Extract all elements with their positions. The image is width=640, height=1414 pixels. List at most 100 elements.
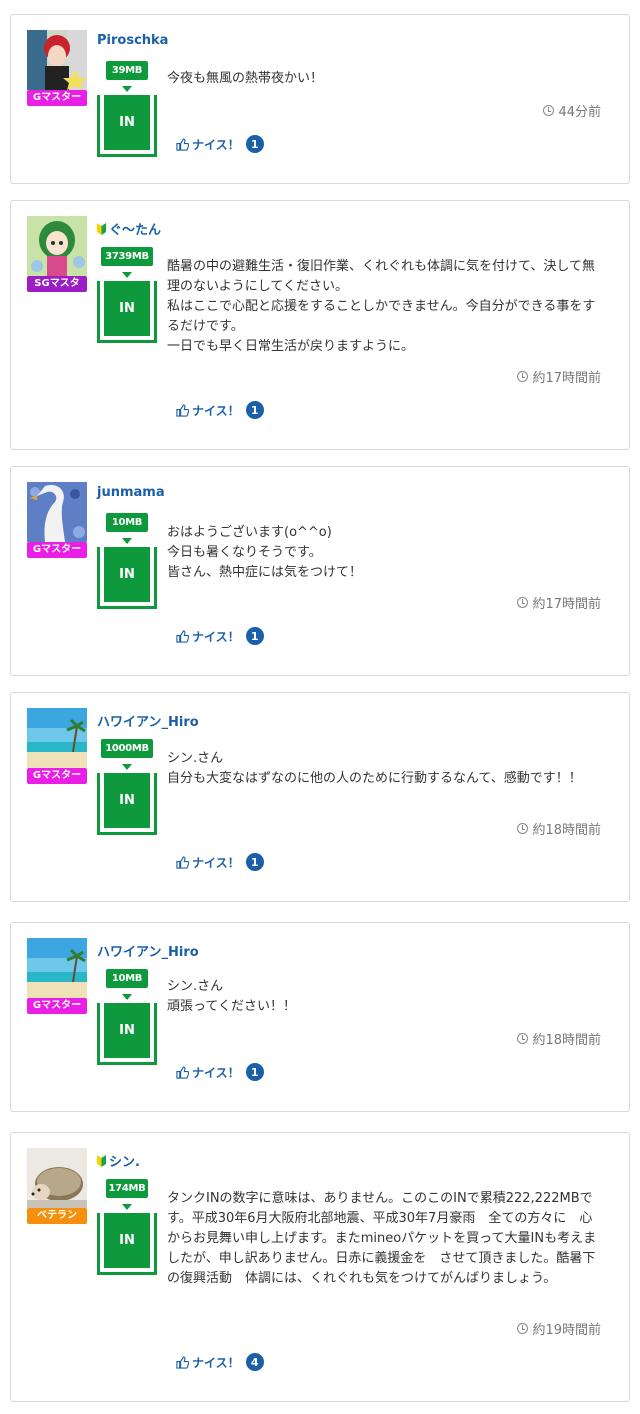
username-link[interactable]: ハワイアン_Hiro (97, 711, 199, 730)
tank-arrow-icon (122, 86, 132, 92)
tank-label: IN (104, 281, 150, 336)
thumbs-up-icon (176, 1065, 189, 1079)
comment-feed: Gマスター Piroschka 39MB IN 今夜も無風の熱帯夜かい！ 44分… (0, 0, 640, 1414)
tank-widget: 39MB IN (97, 61, 157, 157)
tank-amount-badge: 174MB (106, 1179, 148, 1198)
username-text[interactable]: シン. (109, 1151, 140, 1170)
clock-icon (543, 105, 555, 116)
username-link[interactable]: ぐ〜たん (97, 219, 161, 238)
tank-widget: 1000MB IN (97, 739, 157, 835)
clock-icon (517, 823, 529, 834)
clock-icon (517, 371, 529, 382)
nice-count-badge: 1 (245, 1063, 264, 1081)
username-link[interactable]: ハワイアン_Hiro (97, 941, 199, 960)
tank-amount-badge: 3739MB (101, 247, 153, 266)
tank-icon: IN (97, 1003, 157, 1065)
avatar-block[interactable]: SGマスタ (27, 216, 87, 292)
tank-icon: IN (97, 1213, 157, 1275)
avatar[interactable] (27, 938, 87, 998)
avatar[interactable] (27, 30, 87, 90)
username-link[interactable]: Piroschka (97, 33, 168, 48)
username-text[interactable]: Piroschka (97, 33, 168, 48)
nice-label[interactable]: ナイス！ (192, 402, 240, 419)
avatar[interactable] (27, 708, 87, 768)
avatar-block[interactable]: Gマスター (27, 708, 87, 784)
timestamp-text: 約19時間前 (532, 1323, 601, 1338)
timestamp: 約17時間前 (517, 593, 601, 612)
comment-text: 今夜も無風の熱帯夜かい！ (167, 71, 324, 86)
timestamp-text: 約18時間前 (532, 1033, 601, 1048)
comment-text: シン.さん 自分も大変なはずなのに他の人のために行動するなんて、感動です！！ (167, 751, 582, 786)
username-text[interactable]: junmama (97, 485, 165, 500)
rank-badge: SGマスタ (27, 276, 87, 292)
tank-icon: IN (97, 547, 157, 609)
nice-button[interactable]: ナイス！ 1 (176, 401, 264, 419)
tank-icon: IN (97, 95, 157, 157)
nice-button[interactable]: ナイス！ 1 (176, 135, 264, 153)
avatar[interactable] (27, 482, 87, 542)
avatar-block[interactable]: Gマスター (27, 938, 87, 1014)
username-link[interactable]: junmama (97, 485, 165, 500)
nice-label[interactable]: ナイス！ (192, 854, 240, 871)
comment-card: ベテラン シン. 174MB IN タンクINの数字に意味は、ありません。このこ… (10, 1132, 630, 1402)
nice-label[interactable]: ナイス！ (192, 136, 240, 153)
tank-arrow-icon (122, 764, 132, 770)
comment-text: おはようございます(o^^o) 今日も暑くなりそうです。 皆さん、熱中症には気を… (167, 525, 363, 580)
nice-label[interactable]: ナイス！ (192, 628, 240, 645)
tank-widget: 10MB IN (97, 513, 157, 609)
avatar[interactable] (27, 1148, 87, 1208)
tank-label: IN (104, 95, 150, 150)
comment-card: Gマスター Piroschka 39MB IN 今夜も無風の熱帯夜かい！ 44分… (10, 14, 630, 184)
timestamp-text: 44分前 (558, 105, 601, 120)
avatar-block[interactable]: Gマスター (27, 30, 87, 106)
thumbs-up-icon (176, 629, 189, 643)
tank-label: IN (104, 547, 150, 602)
avatar-block[interactable]: ベテラン (27, 1148, 87, 1224)
thumbs-up-icon (176, 1355, 189, 1369)
nice-button[interactable]: ナイス！ 1 (176, 853, 264, 871)
tank-amount-badge: 39MB (106, 61, 148, 80)
tank-arrow-icon (122, 538, 132, 544)
comment-card: SGマスタ ぐ〜たん 3739MB IN 酷暑の中の避難生活・復旧作業、くれぐれ… (10, 200, 630, 450)
nice-label[interactable]: ナイス！ (192, 1064, 240, 1081)
tank-widget: 10MB IN (97, 969, 157, 1065)
clock-icon (517, 1323, 529, 1334)
tank-label: IN (104, 1213, 150, 1268)
nice-count-badge: 1 (245, 627, 264, 645)
tank-icon: IN (97, 281, 157, 343)
nice-button[interactable]: ナイス！ 4 (176, 1353, 264, 1371)
beginner-mark-icon (97, 1154, 106, 1167)
nice-button[interactable]: ナイス！ 1 (176, 1063, 264, 1081)
tank-amount-badge: 1000MB (101, 739, 153, 758)
tank-icon: IN (97, 773, 157, 835)
username-text[interactable]: ハワイアン_Hiro (97, 711, 199, 730)
username-text[interactable]: ぐ〜たん (109, 219, 161, 238)
timestamp: 約18時間前 (517, 1029, 601, 1048)
rank-badge: ベテラン (27, 1208, 87, 1224)
tank-widget: 174MB IN (97, 1179, 157, 1275)
username-link[interactable]: シン. (97, 1151, 140, 1170)
nice-count-badge: 1 (245, 135, 264, 153)
timestamp-text: 約17時間前 (532, 371, 601, 386)
tank-amount-badge: 10MB (106, 513, 148, 532)
timestamp: 約17時間前 (517, 367, 601, 386)
comment-text: タンクINの数字に意味は、ありません。このこのINで累積222,222MBです。… (167, 1191, 597, 1286)
tank-amount-badge: 10MB (106, 969, 148, 988)
rank-badge: Gマスター (27, 542, 87, 558)
timestamp: 約18時間前 (517, 819, 601, 838)
tank-arrow-icon (122, 272, 132, 278)
timestamp: 約19時間前 (517, 1319, 601, 1338)
timestamp-text: 約18時間前 (532, 823, 601, 838)
rank-badge: Gマスター (27, 768, 87, 784)
clock-icon (517, 597, 529, 608)
avatar-block[interactable]: Gマスター (27, 482, 87, 558)
nice-button[interactable]: ナイス！ 1 (176, 627, 264, 645)
avatar[interactable] (27, 216, 87, 276)
nice-count-badge: 1 (245, 853, 264, 871)
comment-text: 酷暑の中の避難生活・復旧作業、くれぐれも体調に気を付けて、決して無理のないように… (167, 259, 596, 354)
username-text[interactable]: ハワイアン_Hiro (97, 941, 199, 960)
clock-icon (517, 1033, 529, 1044)
thumbs-up-icon (176, 137, 189, 151)
beginner-mark-icon (97, 222, 106, 235)
nice-label[interactable]: ナイス！ (192, 1354, 240, 1371)
